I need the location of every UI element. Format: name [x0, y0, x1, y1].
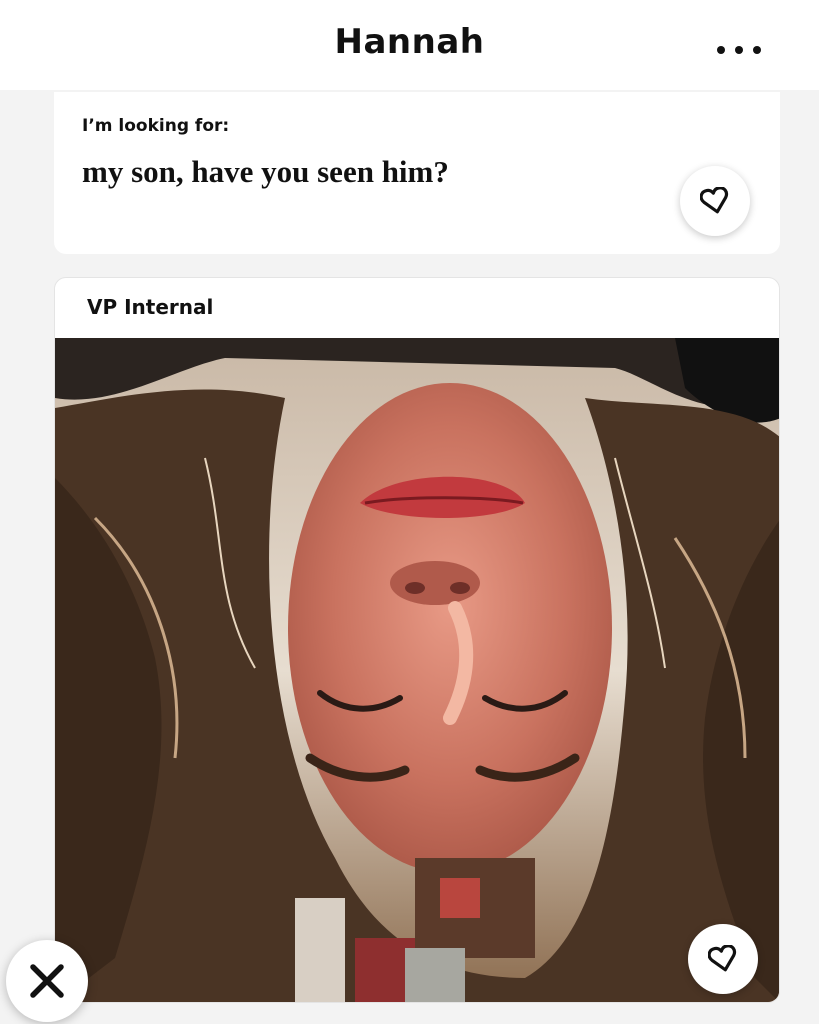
prompt-question: I’m looking for: [82, 116, 230, 136]
profile-name: Hannah [334, 22, 485, 62]
more-options-button[interactable] [711, 30, 767, 70]
dismiss-button[interactable] [6, 940, 88, 1022]
photo-caption-bar: VP Internal [55, 278, 779, 338]
heart-outline-icon [700, 187, 729, 214]
more-horizontal-icon [717, 46, 761, 54]
heart-outline-icon [708, 945, 737, 972]
like-photo-button[interactable] [688, 924, 758, 994]
profile-screen: Hannah I’m looking for: my son, have you… [0, 0, 819, 1024]
like-prompt-button[interactable] [680, 166, 750, 236]
close-x-icon [30, 964, 64, 998]
prompt-card: I’m looking for: my son, have you seen h… [54, 92, 780, 254]
photo-caption: VP Internal [87, 295, 214, 319]
prompt-answer: my son, have you seen him? [82, 154, 449, 189]
top-bar: Hannah [0, 0, 819, 90]
photo-card: VP Internal [54, 277, 780, 1003]
profile-photo [55, 338, 779, 1002]
